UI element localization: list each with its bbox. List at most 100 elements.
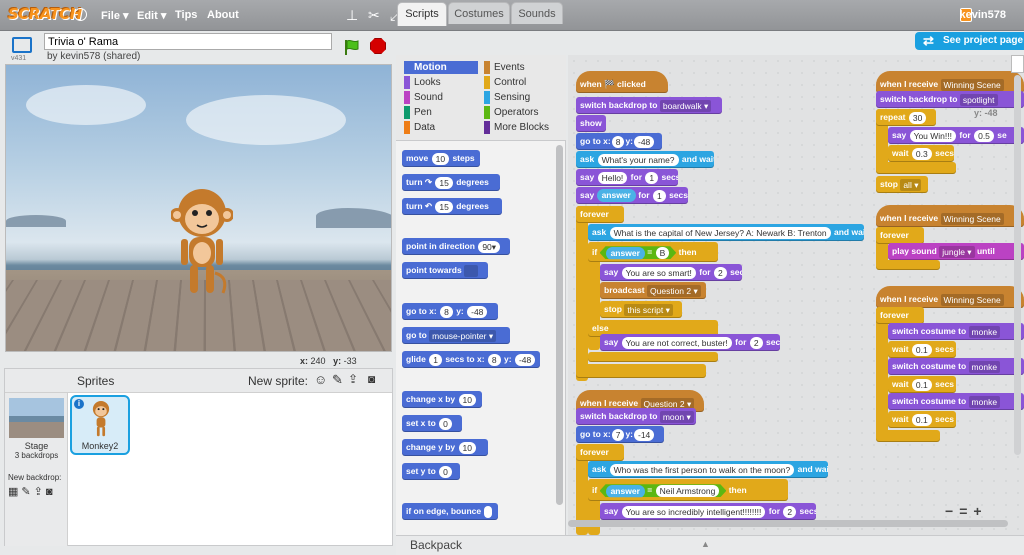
tab-sounds[interactable]: Sounds [511,2,563,24]
palette-block[interactable]: set x to 0 [402,415,462,432]
palette-block[interactable]: turn ↶ 15 degrees [402,198,502,215]
ask-name-block[interactable]: ask What's your name? and wait [576,151,714,168]
zoom-out-button[interactable]: − [945,503,959,519]
category-sound[interactable]: Sound [404,91,478,104]
palette-block[interactable]: turn ↷ 15 degrees [402,174,500,191]
switch-backdrop-spotlight-block[interactable]: switch backdrop to spotlight [876,91,1024,108]
globe-icon[interactable] [74,8,87,21]
green-flag-icon[interactable] [343,38,361,56]
palette-block[interactable]: change y by 10 [402,439,488,456]
project-title-input[interactable] [44,33,332,50]
fullscreen-icon[interactable] [12,37,32,53]
palette-block[interactable]: set y to 0 [402,463,460,480]
when-receive-winning-block[interactable]: when I receive Winning Scene [876,71,1024,93]
category-looks[interactable]: Looks [404,76,478,89]
category-events[interactable]: Events [484,61,558,74]
distant-hills [6,215,66,227]
block-palette: Motion Looks Sound Pen Data Events Contr… [396,55,566,535]
wait-block[interactable]: wait 0.3 secs [888,145,954,162]
backpack-bar[interactable]: Backpack ▲ [396,535,1024,555]
switch-costume-block[interactable]: switch costume to monke [888,358,1024,375]
category-operators[interactable]: Operators [484,106,558,119]
say-hello-block[interactable]: say Hello! for 1 secs [576,169,678,186]
wait-block[interactable]: wait 0.1 secs [888,411,956,428]
stop-script-block[interactable]: stop this script ▾ [600,301,682,318]
switch-backdrop-moon-block[interactable]: switch backdrop to moon ▾ [576,408,696,425]
zoom-reset-button[interactable]: = [959,503,973,519]
show-block[interactable]: show [576,115,606,132]
script-area[interactable]: when 🏁 clicked switch backdrop to boardw… [568,55,1024,535]
info-icon[interactable]: i [74,399,84,409]
script-hscrollbar[interactable] [568,520,1008,527]
palette-block[interactable]: point in direction 90▾ [402,238,510,255]
sprite-tile-monkey2[interactable]: i Monkey2 [70,395,130,455]
category-data[interactable]: Data [404,121,478,134]
file-menu[interactable]: File ▾ [101,9,129,22]
tips-menu[interactable]: Tips [175,9,197,21]
repeat-block[interactable]: repeat 30 [876,109,936,126]
palette-block[interactable]: glide 1 secs to x: 8 y: -48 [402,351,540,368]
go-to-xy-block[interactable]: go to x: 8 y: -48 [576,133,662,150]
about-menu[interactable]: About [207,9,239,21]
palette-block[interactable]: change x by 10 [402,391,482,408]
palette-block[interactable]: if on edge, bounce [402,503,498,520]
user-info-toggle[interactable] [1011,55,1024,73]
switch-backdrop-block[interactable]: switch backdrop to boardwalk ▾ [576,97,722,114]
when-receive-winning-block-3[interactable]: when I receive Winning Scene [876,286,1024,308]
duplicate-stamp-icon[interactable]: ⊥ [346,7,358,23]
category-more-blocks[interactable]: More Blocks [484,121,558,134]
palette-block[interactable]: go to mouse-pointer ▾ [402,327,510,344]
palette-scrollbar[interactable] [556,145,563,505]
wait-block[interactable]: wait 0.1 secs [888,341,956,358]
stop-all-block[interactable]: stop all ▾ [876,176,928,193]
if-block[interactable]: if answer = B then [588,242,718,262]
tab-costumes[interactable]: Costumes [448,2,510,24]
palette-block[interactable]: move 10 steps [402,150,480,167]
wait-block[interactable]: wait 0.1 secs [888,376,956,393]
switch-costume-block[interactable]: switch costume to monke [888,393,1024,410]
see-project-page-button[interactable]: ⇄ See project page [915,32,1024,50]
say-smart-block[interactable]: say You are so smart! for 2 secs [600,264,742,281]
sprite-library-icon[interactable]: ☺ [314,372,327,387]
monkey-sprite[interactable] [171,183,233,301]
tab-scripts[interactable]: Scripts [397,2,447,26]
say-not-correct-block[interactable]: say You are not correct, buster! for 2 s… [600,334,780,351]
when-receive-winning-block-2[interactable]: when I receive Winning Scene [876,205,1024,227]
stage-thumbnail[interactable] [9,398,64,438]
when-flag-clicked-block[interactable]: when 🏁 clicked [576,71,668,93]
paint-brush-icon[interactable]: ✎ [332,372,343,388]
go-to-xy-block-2[interactable]: go to x: 7 y: -14 [576,426,664,443]
say-answer-block[interactable]: say answer for 1 secs [576,187,688,204]
mouse-coordinates: x: 240 y: -33 [300,356,357,366]
forever-block-2[interactable]: forever [576,444,624,461]
stage-canvas[interactable] [5,64,392,352]
say-you-win-block[interactable]: say You Win!!! for 0.5 se [888,127,1024,144]
forever-block-3[interactable]: forever [876,227,924,244]
category-motion[interactable]: Motion [404,61,478,74]
ask-moon-block[interactable]: ask Who was the first person to walk on … [588,461,828,478]
switch-costume-block[interactable]: switch costume to monke [888,323,1024,340]
category-sensing[interactable]: Sensing [484,91,558,104]
broadcast-block[interactable]: broadcast Question 2 ▾ [600,282,706,299]
zoom-in-button[interactable]: + [973,503,987,519]
script-vscrollbar[interactable] [1014,75,1021,455]
forever-block-4[interactable]: forever [876,307,924,324]
play-sound-block[interactable]: play sound jungle ▾ until [888,243,1024,260]
category-pen[interactable]: Pen [404,106,478,119]
username[interactable]: kevin578 [960,9,1006,21]
camera-icon[interactable]: ◙ [368,372,375,386]
category-control[interactable]: Control [484,76,558,89]
upload-icon[interactable]: ⇪ [348,372,358,386]
new-backdrop-icons[interactable]: ▦✎⇪◙ [8,485,55,498]
expand-arrow-icon[interactable]: ▲ [701,539,710,549]
ask-capital-block[interactable]: ask What is the capital of New Jersey? A… [588,224,864,241]
palette-block[interactable]: go to x: 8 y: -48 [402,303,498,320]
scratch-logo[interactable]: SCRATCH [8,5,82,23]
say-intelligent-block[interactable]: say You are so incredibly intelligent!!!… [600,503,816,520]
forever-block[interactable]: forever [576,206,624,223]
cut-icon[interactable]: ✂ [368,7,380,23]
if-block-2[interactable]: if answer = Neil Armstrong then [588,479,788,501]
palette-block[interactable]: point towards [402,262,488,279]
new-sprite-label: New sprite: [248,374,309,388]
edit-menu[interactable]: Edit ▾ [137,9,166,22]
